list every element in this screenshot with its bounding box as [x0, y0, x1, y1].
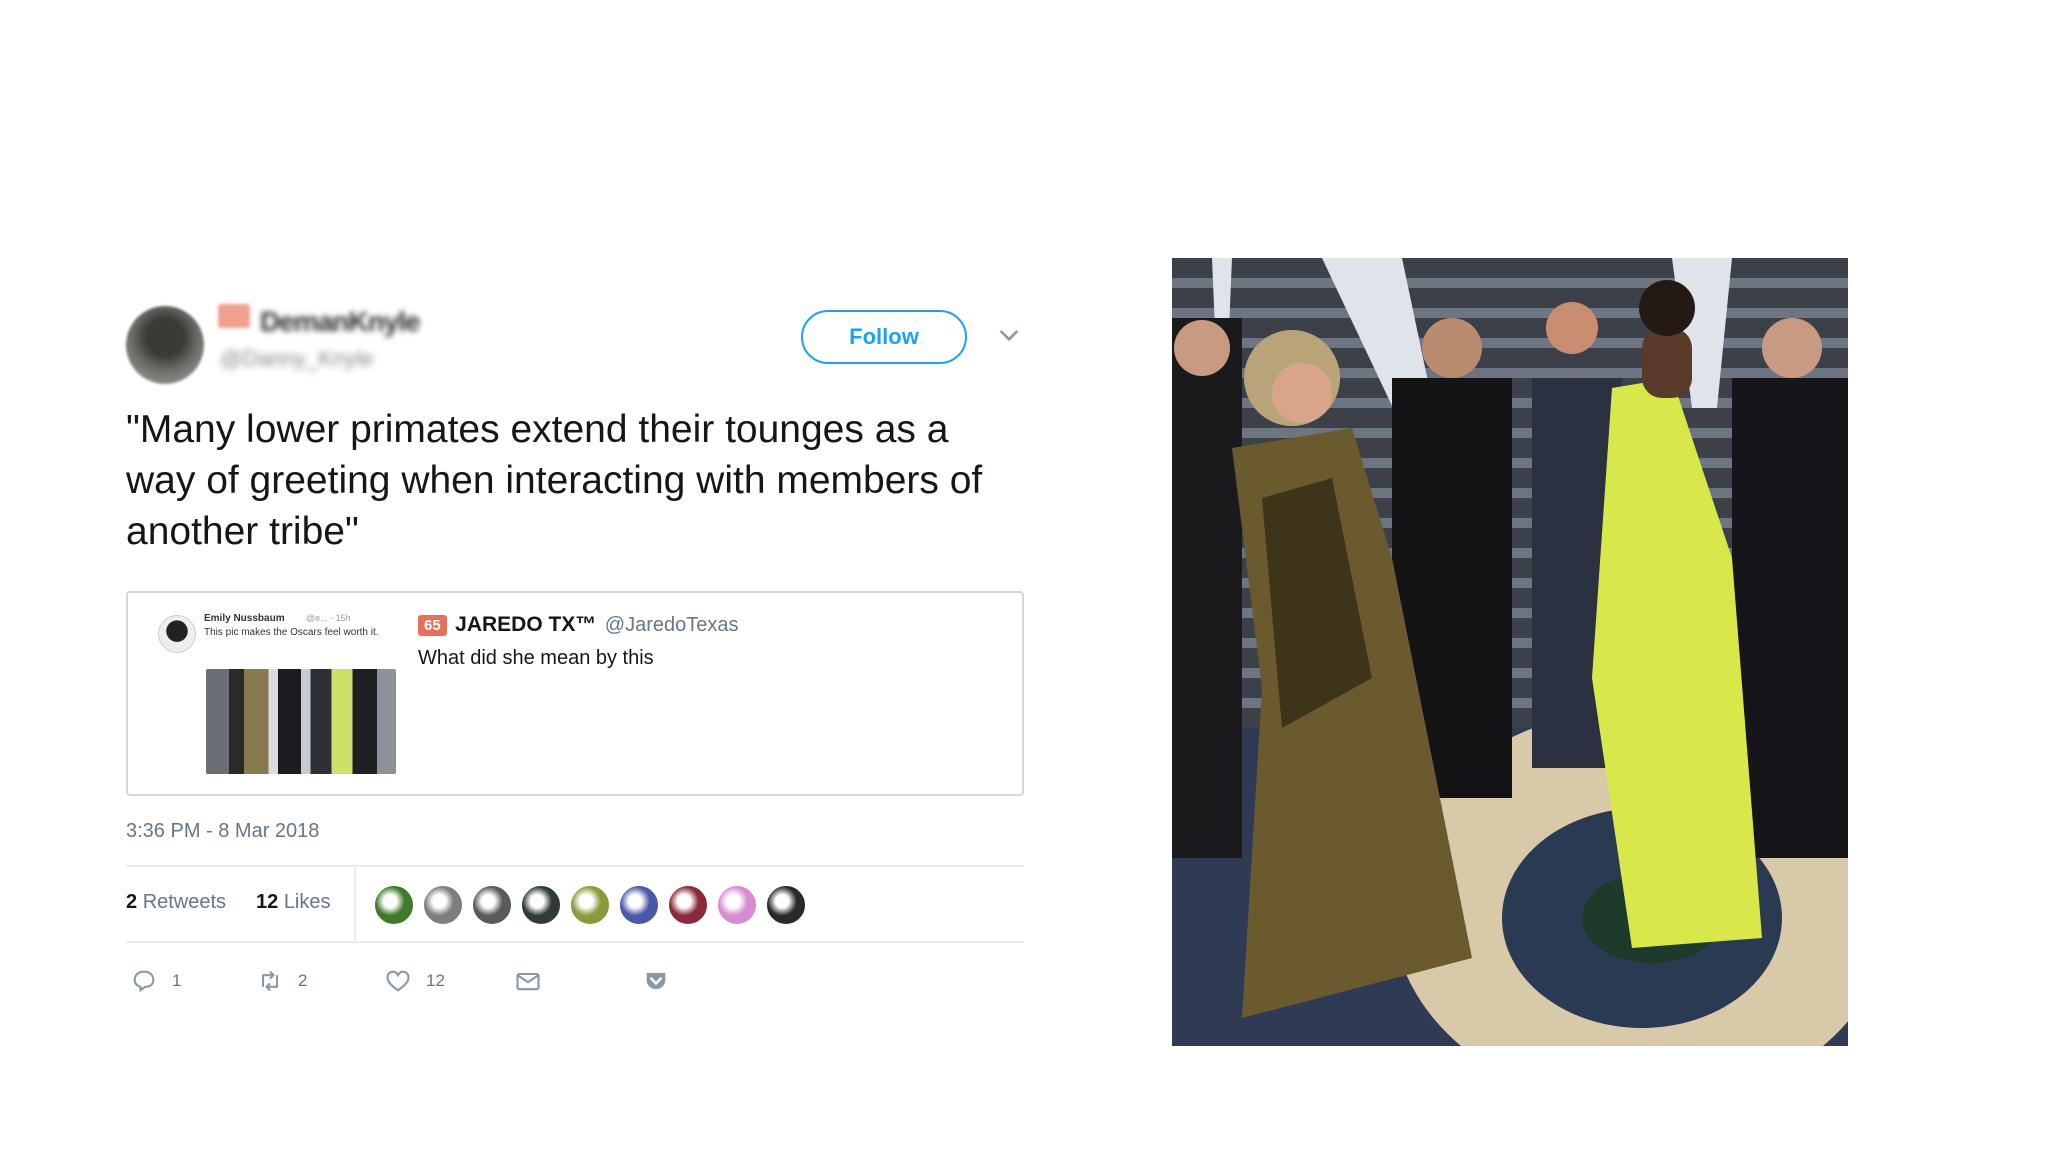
follow-button[interactable]: Follow — [801, 310, 967, 364]
reply-action[interactable]: 1 — [130, 967, 181, 995]
author-badge-icon — [218, 304, 250, 328]
embedded-photo — [206, 669, 396, 774]
tweet-actions: 1 2 12 — [126, 957, 1026, 1017]
pocket-icon — [646, 972, 666, 990]
like-action[interactable]: 12 — [384, 967, 445, 995]
pocket-action[interactable] — [642, 967, 684, 995]
liker-avatars — [374, 885, 815, 925]
tweet-stats: 2 Retweets 12 Likes — [126, 865, 1024, 943]
tweet-header: DemanKnyle @Danny_Knyle Follow — [126, 300, 1026, 400]
author-name[interactable]: DemanKnyle — [260, 306, 421, 338]
reply-count: 1 — [172, 971, 182, 990]
liker-avatar[interactable] — [619, 885, 659, 925]
retweets-count: 2 — [126, 891, 138, 913]
reply-icon — [133, 970, 155, 993]
tweet-card: DemanKnyle @Danny_Knyle Follow "Many low… — [126, 300, 1026, 1017]
embedded-author-name: Emily Nussbaum — [204, 613, 285, 624]
author-handle[interactable]: @Danny_Knyle — [220, 346, 373, 372]
author-avatar[interactable] — [126, 306, 204, 384]
liker-avatar[interactable] — [668, 885, 708, 925]
stats-divider — [354, 867, 356, 941]
liker-avatar[interactable] — [423, 885, 463, 925]
quoted-author-handle: @JaredoTexas — [604, 613, 739, 636]
likes-label: Likes — [283, 891, 331, 913]
chevron-down-icon[interactable] — [996, 322, 1022, 348]
embedded-meta: @e... · 15h — [306, 613, 351, 623]
quoted-badge: 65 — [418, 614, 447, 636]
dm-action[interactable] — [514, 967, 556, 995]
liker-avatar[interactable] — [570, 885, 610, 925]
embedded-avatar — [158, 615, 196, 653]
event-photo — [1172, 258, 1848, 1046]
heart-icon — [386, 970, 410, 992]
quoted-header: 65 JAREDO TX™ @JaredoTexas — [418, 613, 738, 637]
tweet-text: "Many lower primates extend their tounge… — [126, 408, 983, 553]
tweet-timestamp[interactable]: 3:36 PM - 8 Mar 2018 — [126, 820, 1026, 843]
liker-avatar[interactable] — [717, 885, 757, 925]
embedded-text: This pic makes the Oscars feel worth it. — [204, 627, 379, 638]
likes-stat[interactable]: 12 Likes — [256, 891, 331, 914]
quoted-tweet[interactable]: Emily Nussbaum @e... · 15h This pic make… — [126, 591, 1024, 796]
embedded-tweet-screenshot: Emily Nussbaum @e... · 15h This pic make… — [158, 611, 408, 781]
likes-count: 12 — [256, 891, 279, 913]
like-count: 12 — [426, 971, 445, 990]
retweet-count: 2 — [298, 971, 308, 990]
quoted-text: What did she mean by this — [418, 647, 654, 669]
retweet-action[interactable]: 2 — [256, 967, 307, 995]
liker-avatar[interactable] — [472, 885, 512, 925]
retweets-label: Retweets — [142, 891, 227, 913]
envelope-icon — [516, 972, 540, 991]
liker-avatar[interactable] — [521, 885, 561, 925]
retweets-stat[interactable]: 2 Retweets — [126, 891, 226, 914]
liker-avatar[interactable] — [374, 885, 414, 925]
quoted-author-name: JAREDO TX™ — [455, 613, 597, 636]
liker-avatar[interactable] — [766, 885, 806, 925]
retweet-icon — [261, 970, 279, 992]
